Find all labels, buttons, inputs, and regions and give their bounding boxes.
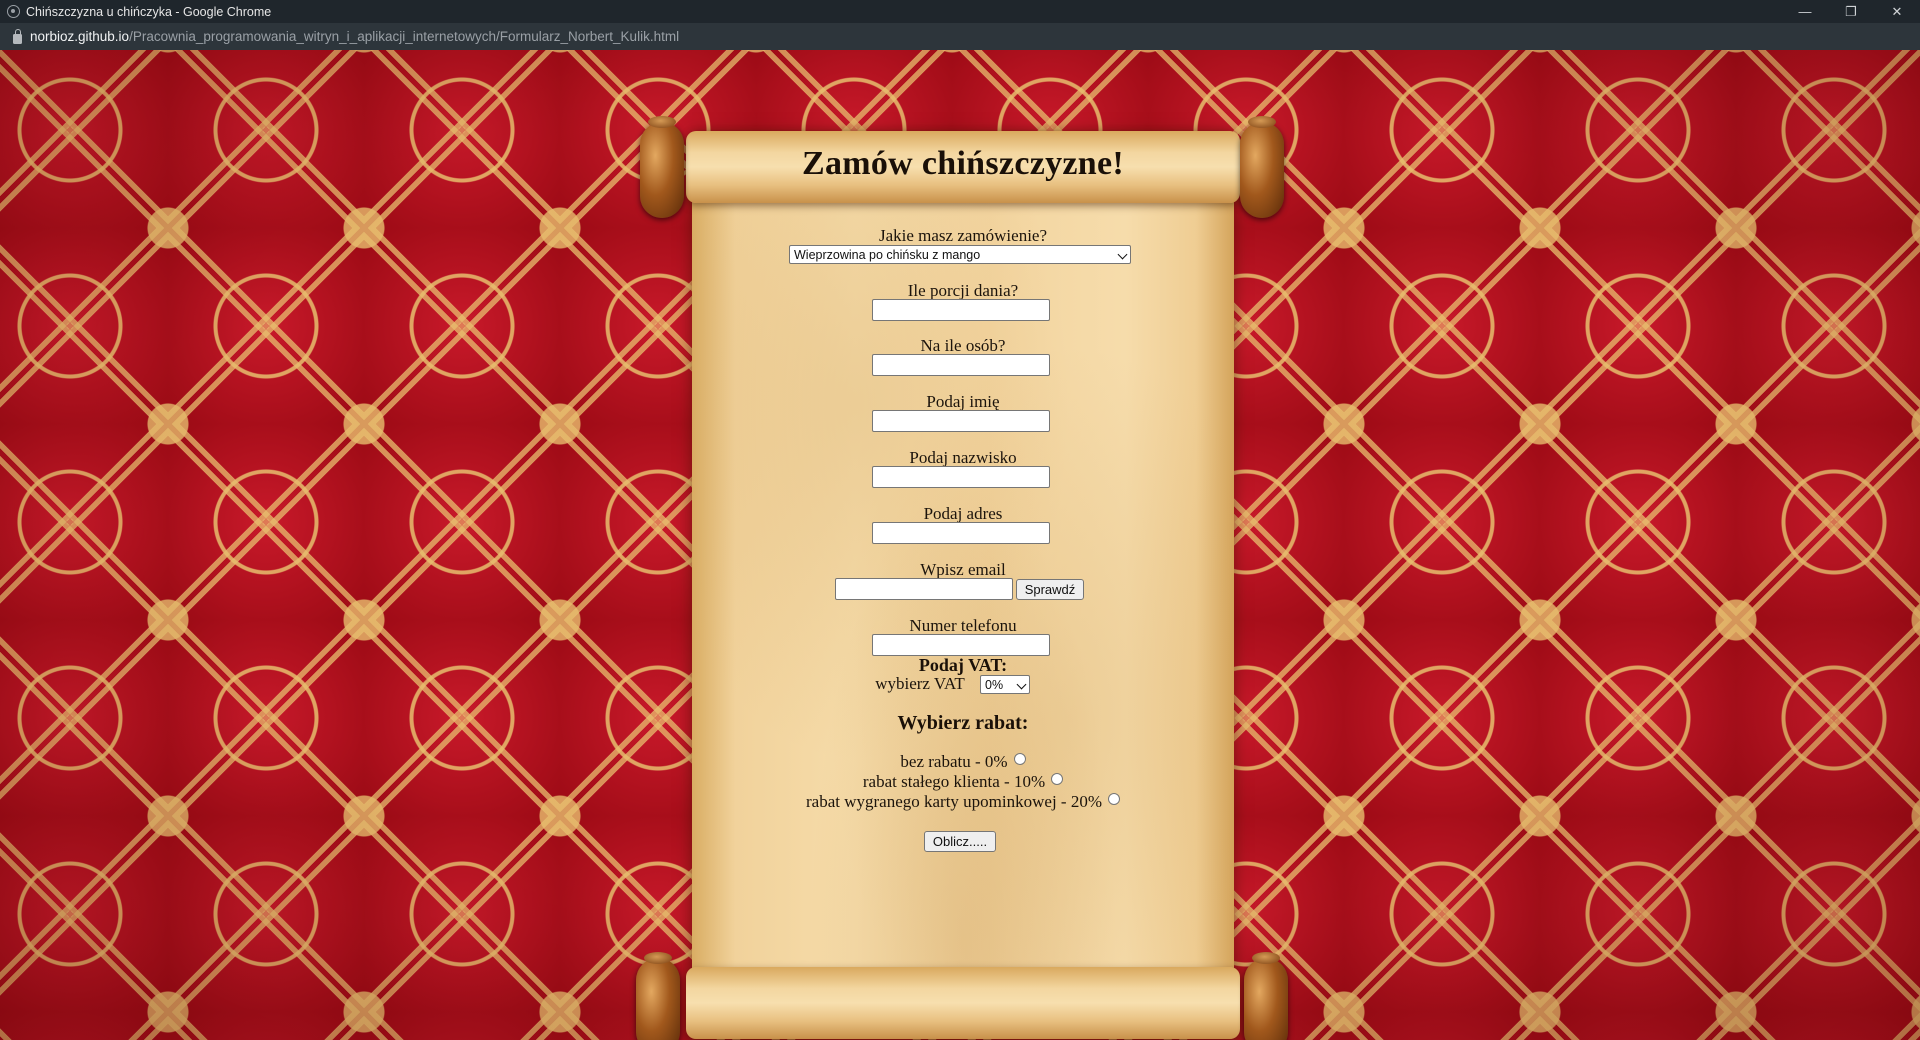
chevron-down-icon [1016,679,1027,690]
discount-option-0[interactable]: bez rabatu - 0% [692,752,1234,772]
first-name-input[interactable] [872,410,1050,432]
url-path[interactable]: /Pracownia_programowania_witryn_i_aplika… [129,29,679,44]
browser-title-bar: Chińszczyzna u chińczyka - Google Chrome… [0,0,1920,23]
discount-heading: Wybierz rabat: [897,712,1029,734]
discount-option-label: bez rabatu - 0% [900,752,1008,771]
email-label: Wpisz email [920,560,1006,579]
discount-radio-2[interactable] [1108,793,1120,805]
scroll-knob-bottom-right [1244,952,1288,1040]
email-input[interactable] [835,578,1013,600]
restore-button[interactable]: ❐ [1828,0,1874,23]
last-name-label: Podaj nazwisko [909,448,1017,467]
discount-radio-0[interactable] [1013,753,1026,765]
discount-radio-1[interactable] [1051,773,1064,785]
page-title: Zamów chińszczyzne! [801,145,1125,182]
order-label: Jakie masz zamówienie? [878,226,1048,245]
vat-select-value: 0% [985,677,1004,692]
vat-label: wybierz VAT [875,674,965,693]
page-background: Zamów chińszczyzne! Jakie masz zamówieni… [0,50,1920,1040]
portions-input[interactable] [872,299,1050,321]
discount-option-2[interactable]: rabat wygranego karty upominkowej - 20% [692,792,1234,812]
vat-select[interactable]: 0% [980,675,1030,694]
last-name-input[interactable] [872,466,1050,488]
address-label: Podaj adres [923,504,1003,523]
phone-label: Numer telefonu [909,616,1017,635]
chevron-down-icon [1117,249,1128,260]
lock-icon[interactable] [13,28,22,44]
persons-input[interactable] [872,354,1050,376]
address-bar[interactable]: norbioz.github.io/Pracownia_programowani… [0,23,1920,50]
window-title: Chińszczyzna u chińczyka - Google Chrome [26,4,272,19]
phone-input[interactable] [872,634,1050,656]
calculate-button[interactable]: Oblicz..... [924,831,996,852]
order-select[interactable]: Wieprzowina po chińsku z mango [789,245,1131,264]
close-button[interactable]: ✕ [1874,0,1920,23]
persons-label: Na ile osób? [920,336,1006,355]
scroll-knob-bottom-left [636,952,680,1040]
address-input[interactable] [872,522,1050,544]
minimize-button[interactable]: — [1782,0,1828,23]
order-select-value: Wieprzowina po chińsku z mango [794,247,981,262]
first-name-label: Podaj imię [926,392,1000,411]
scroll-knob-top-right [1240,116,1284,218]
window-controls: — ❐ ✕ [1782,0,1920,23]
vat-heading: Podaj VAT: [918,655,1008,675]
scroll-bottom-roll [686,967,1240,1039]
portions-label: Ile porcji dania? [907,281,1019,300]
discount-option-label: rabat stałego klienta - 10% [862,772,1046,791]
discount-option-1[interactable]: rabat stałego klienta - 10% [692,772,1234,792]
email-check-button[interactable]: Sprawdź [1016,579,1084,600]
url-host[interactable]: norbioz.github.io [30,29,129,44]
scroll-knob-top-left [640,116,684,218]
discount-option-label: rabat wygranego karty upominkowej - 20% [806,792,1102,811]
chrome-icon [7,5,20,18]
